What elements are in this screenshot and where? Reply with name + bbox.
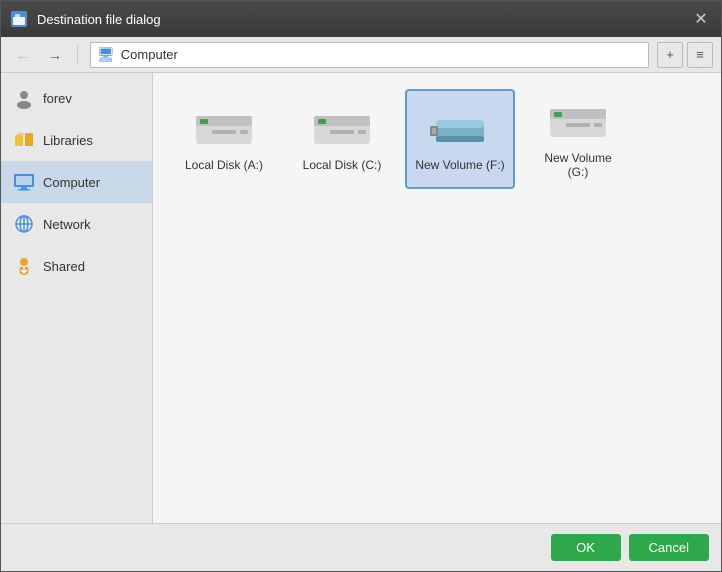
location-bar: 🖥 Computer bbox=[90, 42, 649, 68]
drive-a-label: Local Disk (A:) bbox=[185, 158, 263, 172]
destination-file-dialog: Destination file dialog ✕ ← → 🖥 Computer… bbox=[0, 0, 722, 572]
libraries-icon bbox=[13, 129, 35, 151]
main-area: Local Disk (A:) Local Disk (C:) bbox=[153, 73, 721, 523]
forward-button[interactable]: → bbox=[41, 42, 69, 68]
sidebar-item-libraries-label: Libraries bbox=[43, 133, 93, 148]
drive-a-icon bbox=[192, 106, 256, 150]
drive-f-label: New Volume (F:) bbox=[415, 158, 504, 172]
location-text: Computer bbox=[121, 47, 178, 62]
drive-f-icon bbox=[428, 106, 492, 150]
toolbar: ← → 🖥 Computer + ≡ bbox=[1, 37, 721, 73]
sidebar-item-forev-label: forev bbox=[43, 91, 72, 106]
sidebar-item-shared-label: Shared bbox=[43, 259, 85, 274]
sidebar-item-forev[interactable]: forev bbox=[1, 77, 152, 119]
new-folder-button[interactable]: + bbox=[657, 42, 683, 68]
shared-icon bbox=[13, 255, 35, 277]
drive-g-label: New Volume (G:) bbox=[533, 151, 623, 179]
drive-item-g[interactable]: New Volume (G:) bbox=[523, 89, 633, 189]
network-icon bbox=[13, 213, 35, 235]
footer: OK Cancel bbox=[1, 523, 721, 571]
ok-button[interactable]: OK bbox=[551, 534, 621, 561]
view-toggle-button[interactable]: ≡ bbox=[687, 42, 713, 68]
location-icon: 🖥 bbox=[97, 46, 115, 63]
drive-c-icon bbox=[310, 106, 374, 150]
dialog-title: Destination file dialog bbox=[37, 12, 689, 27]
title-bar: Destination file dialog ✕ bbox=[1, 1, 721, 37]
drive-item-c[interactable]: Local Disk (C:) bbox=[287, 89, 397, 189]
dialog-icon bbox=[9, 9, 29, 29]
sidebar-item-network-label: Network bbox=[43, 217, 91, 232]
sidebar-item-libraries[interactable]: Libraries bbox=[1, 119, 152, 161]
sidebar-item-computer-label: Computer bbox=[43, 175, 100, 190]
sidebar: forev Libraries bbox=[1, 73, 153, 523]
content-area: forev Libraries bbox=[1, 73, 721, 523]
user-icon bbox=[13, 87, 35, 109]
sidebar-item-shared[interactable]: Shared bbox=[1, 245, 152, 287]
sidebar-item-computer[interactable]: Computer bbox=[1, 161, 152, 203]
drive-g-icon bbox=[546, 99, 610, 143]
toolbar-separator bbox=[77, 45, 78, 65]
sidebar-item-network[interactable]: Network bbox=[1, 203, 152, 245]
close-button[interactable]: ✕ bbox=[689, 7, 713, 31]
drive-item-f[interactable]: New Volume (F:) bbox=[405, 89, 515, 189]
drive-c-label: Local Disk (C:) bbox=[303, 158, 382, 172]
drive-item-a[interactable]: Local Disk (A:) bbox=[169, 89, 279, 189]
back-button[interactable]: ← bbox=[9, 42, 37, 68]
toolbar-right: + ≡ bbox=[657, 42, 713, 68]
computer-icon bbox=[13, 171, 35, 193]
cancel-button[interactable]: Cancel bbox=[629, 534, 709, 561]
